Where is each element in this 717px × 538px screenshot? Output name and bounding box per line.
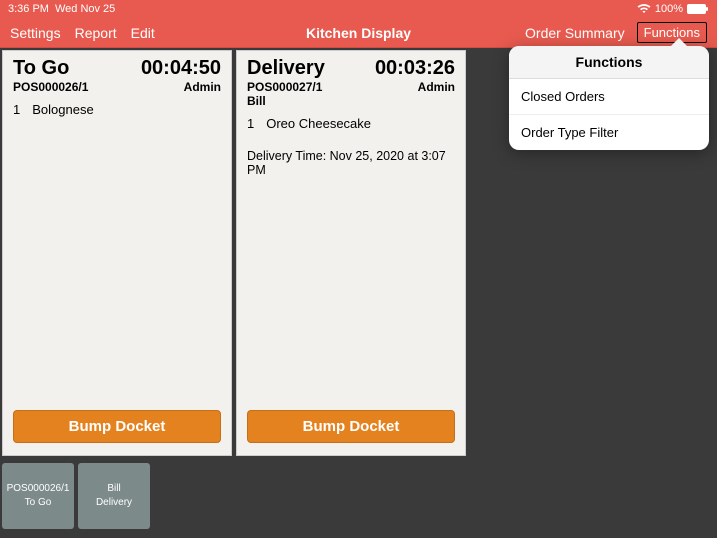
bump-docket-button[interactable]: Bump Docket [13, 410, 221, 443]
bump-docket-button[interactable]: Bump Docket [247, 410, 455, 443]
popover-item-closed-orders[interactable]: Closed Orders [509, 79, 709, 115]
docket-user: Admin [184, 80, 221, 94]
status-date: Wed Nov 25 [55, 3, 115, 15]
nav-settings[interactable]: Settings [10, 25, 61, 41]
docket-card: To Go 00:04:50 POS000026/1 Admin 1 Bolog… [2, 50, 232, 456]
tab-line2: To Go [25, 496, 52, 510]
nav-report[interactable]: Report [75, 25, 117, 41]
tab-line1: Bill [107, 482, 120, 496]
docket-timer: 00:03:26 [375, 57, 455, 80]
docket-card: Delivery 00:03:26 POS000027/1 Admin Bill… [236, 50, 466, 456]
order-tab[interactable]: POS000026/1 To Go [2, 463, 74, 529]
order-tab[interactable]: Bill Delivery [78, 463, 150, 529]
docket-item: 1 Bolognese [13, 102, 221, 117]
wifi-icon [637, 4, 651, 14]
item-name: Oreo Cheesecake [266, 116, 371, 131]
docket-order-num: POS000026/1 [13, 80, 88, 94]
item-name: Bolognese [32, 102, 93, 117]
tab-line2: Delivery [96, 496, 132, 510]
docket-order-num: POS000027/1 [247, 80, 322, 94]
battery-percent: 100% [655, 3, 683, 15]
page-title: Kitchen Display [306, 25, 411, 41]
nav-order-summary[interactable]: Order Summary [525, 25, 625, 41]
docket-item: 1 Oreo Cheesecake [247, 116, 455, 131]
popover-item-order-type-filter[interactable]: Order Type Filter [509, 115, 709, 150]
item-qty: 1 [247, 116, 254, 131]
nav-bar: Settings Report Edit Kitchen Display Ord… [0, 18, 717, 48]
status-bar: 3:36 PM Wed Nov 25 100% [0, 0, 717, 18]
bottom-tabs: POS000026/1 To Go Bill Delivery [0, 460, 717, 532]
functions-popover: Functions Closed Orders Order Type Filte… [509, 46, 709, 150]
tab-line1: POS000026/1 [7, 482, 70, 496]
delivery-time: Delivery Time: Nov 25, 2020 at 3:07 PM [247, 149, 455, 177]
docket-type: Delivery [247, 57, 325, 80]
nav-edit[interactable]: Edit [131, 25, 155, 41]
battery-icon [687, 4, 709, 14]
status-time: 3:36 PM [8, 3, 49, 15]
docket-timer: 00:04:50 [141, 57, 221, 80]
docket-type: To Go [13, 57, 69, 80]
popover-title: Functions [509, 46, 709, 79]
item-qty: 1 [13, 102, 20, 117]
docket-user: Admin [418, 80, 455, 94]
docket-sub: Bill [247, 94, 455, 108]
